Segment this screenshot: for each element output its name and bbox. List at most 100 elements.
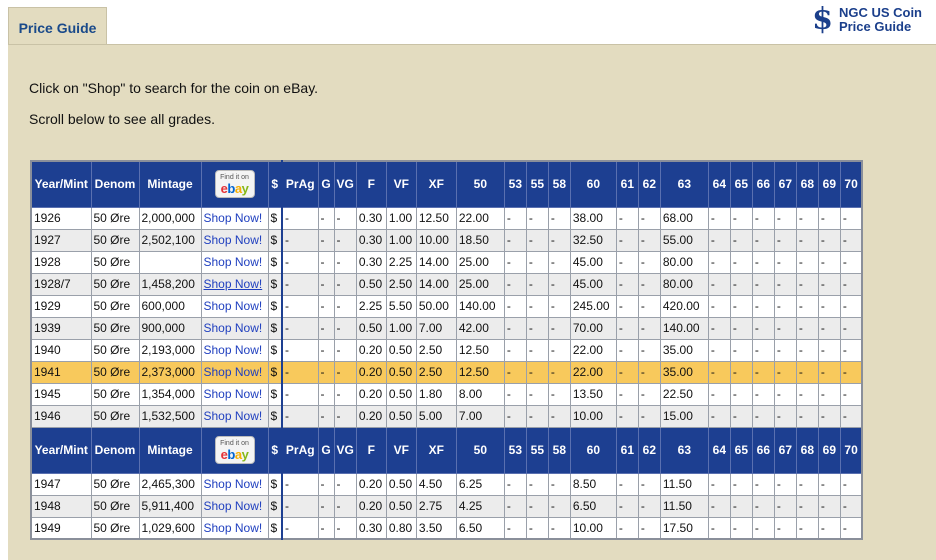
- cell-g55: -: [525, 494, 549, 518]
- cell-g63: 140.00: [659, 316, 709, 340]
- cell-d: $: [267, 294, 283, 318]
- column-header: PrAg: [281, 426, 319, 474]
- cell-g65: -: [729, 250, 753, 274]
- column-header: VG: [333, 160, 357, 208]
- column-header: 69: [817, 426, 841, 474]
- cell-g70: -: [839, 316, 863, 340]
- cell-g67: -: [773, 316, 797, 340]
- cell-g55: -: [525, 404, 549, 428]
- column-header: 65: [729, 160, 753, 208]
- cell-g50: 8.00: [455, 382, 505, 406]
- cell-g70: -: [839, 272, 863, 296]
- cell-g68: -: [795, 404, 819, 428]
- cell-prag: -: [281, 516, 319, 540]
- shop-cell: Shop Now!: [200, 272, 269, 296]
- cell-xf: 7.00: [415, 316, 457, 340]
- cell-g58: -: [547, 360, 571, 384]
- shop-now-link[interactable]: Shop Now!: [204, 255, 263, 269]
- cell-f: 0.30: [355, 250, 387, 274]
- shop-now-link[interactable]: Shop Now!: [204, 499, 263, 513]
- logo-line1: NGC US Coin: [838, 4, 922, 20]
- cell-g67: -: [773, 206, 797, 230]
- cell-g63: 11.50: [659, 494, 709, 518]
- ngc-logo[interactable]: $ NGC US Coin Price Guide: [812, 2, 922, 37]
- cell-xf: 3.50: [415, 516, 457, 540]
- shop-now-link[interactable]: Shop Now!: [204, 409, 263, 423]
- cell-vf: 2.25: [385, 250, 417, 274]
- shop-now-link[interactable]: Shop Now!: [204, 233, 263, 247]
- shop-now-link[interactable]: Shop Now!: [204, 521, 263, 535]
- cell-g67: -: [773, 228, 797, 252]
- table-row: 1947 50 Øre 2,465,300 Shop Now! $ - - -0.20 0.50…: [30, 472, 863, 496]
- shop-now-link[interactable]: Shop Now!: [204, 477, 263, 491]
- column-header: 68: [795, 426, 819, 474]
- cell-denom: 50 Øre: [90, 272, 140, 296]
- shop-now-link[interactable]: Shop Now!: [204, 277, 263, 291]
- shop-now-link[interactable]: Shop Now!: [204, 365, 263, 379]
- cell-xf: 4.50: [415, 472, 457, 496]
- cell-g67: -: [773, 272, 797, 296]
- cell-g66: -: [751, 228, 775, 252]
- cell-year: 1928/7: [30, 272, 92, 296]
- table-row: 1946 50 Øre 1,532,500 Shop Now! $ - - -0.20 0.50…: [30, 404, 863, 428]
- cell-g68: -: [795, 206, 819, 230]
- cell-mintage: [138, 250, 202, 274]
- cell-f: 0.50: [355, 272, 387, 296]
- tab-price-guide[interactable]: Price Guide: [8, 7, 107, 45]
- cell-denom: 50 Øre: [90, 294, 140, 318]
- cell-g67: -: [773, 360, 797, 384]
- cell-g68: -: [795, 516, 819, 540]
- cell-g58: -: [547, 316, 571, 340]
- cell-mintage: 1,029,600: [138, 516, 202, 540]
- cell-vg: -: [333, 404, 357, 428]
- cell-g66: -: [751, 382, 775, 406]
- cell-g53: -: [503, 494, 527, 518]
- cell-f: 0.20: [355, 382, 387, 406]
- cell-g67: -: [773, 472, 797, 496]
- cell-g70: -: [839, 206, 863, 230]
- shop-now-link[interactable]: Shop Now!: [204, 321, 263, 335]
- cell-g50: 22.00: [455, 206, 505, 230]
- shop-now-link[interactable]: Shop Now!: [204, 387, 263, 401]
- cell-g62: -: [637, 316, 661, 340]
- cell-xf: 2.50: [415, 338, 457, 362]
- cell-mintage: 2,000,000: [138, 206, 202, 230]
- table-row: 1941 50 Øre 2,373,000 Shop Now! $ - - -0.20 0.50…: [30, 360, 863, 384]
- column-header: 60: [569, 426, 617, 474]
- cell-g63: 80.00: [659, 250, 709, 274]
- cell-f: 0.20: [355, 360, 387, 384]
- cell-g66: -: [751, 294, 775, 318]
- cell-g: -: [317, 404, 335, 428]
- shop-now-link[interactable]: Shop Now!: [204, 211, 263, 225]
- cell-prag: -: [281, 494, 319, 518]
- cell-denom: 50 Øre: [90, 360, 140, 384]
- column-header: F: [355, 426, 387, 474]
- cell-xf: 10.00: [415, 228, 457, 252]
- cell-g63: 11.50: [659, 472, 709, 496]
- cell-vf: 1.00: [385, 316, 417, 340]
- shop-now-link[interactable]: Shop Now!: [204, 299, 263, 313]
- column-header: 62: [637, 160, 661, 208]
- cell-vg: -: [333, 272, 357, 296]
- cell-year: 1941: [30, 360, 92, 384]
- cell-vf: 0.50: [385, 472, 417, 496]
- cell-g64: -: [707, 494, 731, 518]
- cell-g69: -: [817, 382, 841, 406]
- cell-g58: -: [547, 272, 571, 296]
- cell-g70: -: [839, 338, 863, 362]
- ebay-logo-icon[interactable]: Find it on ebay: [214, 170, 255, 199]
- cell-denom: 50 Øre: [90, 516, 140, 540]
- cell-g61: -: [615, 316, 639, 340]
- cell-mintage: 1,532,500: [138, 404, 202, 428]
- table-row: 1945 50 Øre 1,354,000 Shop Now! $ - - -0.20 0.50…: [30, 382, 863, 406]
- ebay-logo-icon[interactable]: Find it on ebay: [214, 436, 255, 464]
- cell-d: $: [267, 382, 283, 406]
- column-header: 55: [525, 160, 549, 208]
- cell-g69: -: [817, 494, 841, 518]
- column-header: G: [317, 160, 335, 208]
- shop-now-link[interactable]: Shop Now!: [204, 343, 263, 357]
- cell-g53: -: [503, 472, 527, 496]
- cell-year: 1948: [30, 494, 92, 518]
- column-header: 64: [707, 426, 731, 474]
- column-header: 68: [795, 160, 819, 208]
